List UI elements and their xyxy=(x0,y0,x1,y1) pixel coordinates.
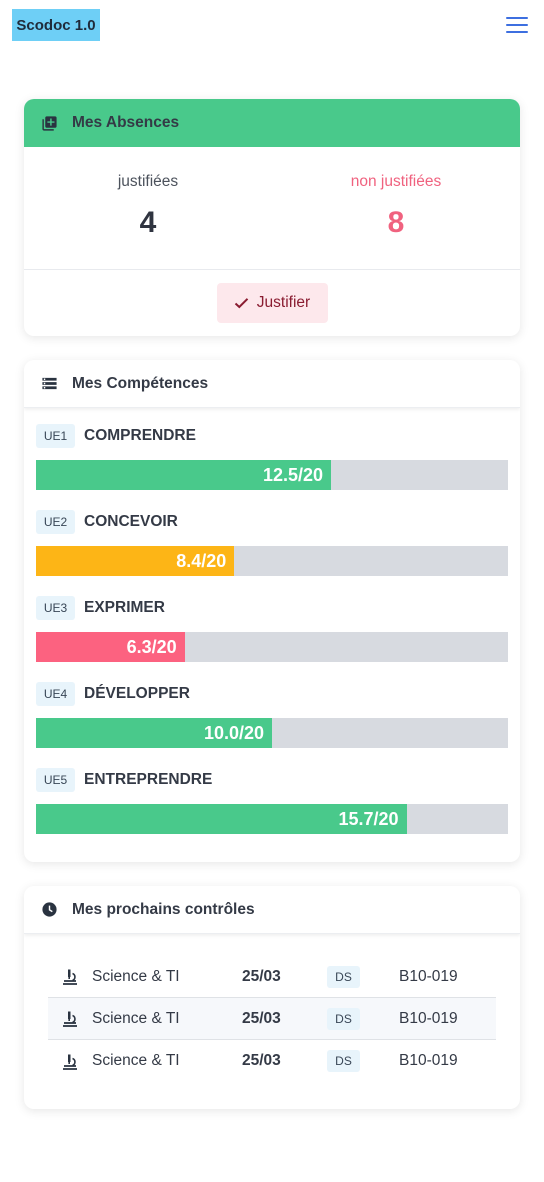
score-bar-fill: 10.0/20 xyxy=(36,718,272,748)
absences-card-header: Mes Absences xyxy=(24,99,520,147)
check-icon xyxy=(234,297,249,308)
clock-icon xyxy=(40,901,58,919)
ue-tag: UE5 xyxy=(36,768,75,792)
score-bar-fill: 12.5/20 xyxy=(36,460,331,490)
absences-card: Mes Absences justifiées 4 non justifiées… xyxy=(24,99,520,336)
score-bar-fill: 15.7/20 xyxy=(36,804,407,834)
exam-row: Science & TI 25/03 DS B10-019 xyxy=(48,1040,496,1082)
exams-card: Mes prochains contrôles Science & TI 25/0… xyxy=(24,886,520,1109)
justify-button[interactable]: Justifier xyxy=(216,282,328,323)
exam-row: Science & TI 25/03 DS B10-019 xyxy=(48,956,496,998)
score-bar-fill: 8.4/20 xyxy=(36,546,235,576)
exam-type-badge: DS xyxy=(327,965,360,988)
competence-item: UE5 ENTREPRENDRE 15.7/20 xyxy=(36,768,508,854)
microscope-icon xyxy=(63,1011,77,1027)
exam-room: B10-019 xyxy=(399,1009,458,1027)
ue-name: CONCEVOIR xyxy=(84,513,178,530)
justified-label: justifiées xyxy=(117,173,179,190)
ue-tag: UE3 xyxy=(36,596,75,620)
competences-card-header: Mes Compétences xyxy=(24,360,520,408)
ue-tag: UE4 xyxy=(36,682,75,706)
competence-item: UE1 COMPRENDRE 12.5/20 xyxy=(36,424,508,510)
exam-date: 25/03 xyxy=(242,1052,281,1069)
score-bar: 10.0/20 xyxy=(36,718,508,748)
score-bar-fill: 6.3/20 xyxy=(36,632,185,662)
ue-tag: UE2 xyxy=(36,510,75,534)
exam-room: B10-019 xyxy=(399,967,458,985)
ue-name: COMPRENDRE xyxy=(84,427,196,444)
ue-name: EXPRIMER xyxy=(84,599,165,616)
justified-count: 4 xyxy=(139,206,157,239)
app-logo[interactable]: Scodoc 1.0 xyxy=(12,9,100,41)
competence-item: UE2 CONCEVOIR 8.4/20 xyxy=(36,510,508,596)
competence-item: UE4 DÉVELOPPER 10.0/20 xyxy=(36,682,508,768)
exams-table: Science & TI 25/03 DS B10-019 Science & TI 25… xyxy=(48,956,496,1082)
hamburger-menu-icon[interactable] xyxy=(506,15,528,35)
add-box-icon xyxy=(40,114,58,132)
competences-card: Mes Compétences UE1 COMPRENDRE 12.5/20 UE2 C… xyxy=(24,360,520,862)
competence-item: UE3 EXPRIMER 6.3/20 xyxy=(36,596,508,682)
score-bar: 12.5/20 xyxy=(36,460,508,490)
unjustified-absences: non justifiées 8 xyxy=(272,147,520,269)
exam-type-badge: DS xyxy=(327,1050,360,1072)
ue-tag: UE1 xyxy=(36,424,75,448)
exam-type-badge: DS xyxy=(327,1007,360,1030)
ue-name: ENTREPRENDRE xyxy=(84,771,213,788)
justify-button-label: Justifier xyxy=(256,293,311,311)
ue-name: DÉVELOPPER xyxy=(84,685,190,702)
exams-title: Mes prochains contrôles xyxy=(72,900,255,918)
exam-date: 25/03 xyxy=(242,967,281,985)
storage-icon xyxy=(40,375,58,393)
exam-date: 25/03 xyxy=(242,1009,281,1027)
exam-subject: Science & TI xyxy=(92,1052,180,1069)
competences-title: Mes Compétences xyxy=(72,374,209,392)
score-bar: 8.4/20 xyxy=(36,546,508,576)
exam-subject: Science & TI xyxy=(92,967,180,985)
score-bar: 15.7/20 xyxy=(36,804,508,834)
microscope-icon xyxy=(63,969,77,985)
score-bar: 6.3/20 xyxy=(36,632,508,662)
unjustified-count: 8 xyxy=(387,206,405,239)
justified-absences: justifiées 4 xyxy=(24,147,272,269)
microscope-icon xyxy=(63,1054,77,1070)
absences-title: Mes Absences xyxy=(72,114,180,131)
exam-row: Science & TI 25/03 DS B10-019 xyxy=(48,998,496,1040)
exams-card-header: Mes prochains contrôles xyxy=(24,886,520,934)
unjustified-label: non justifiées xyxy=(350,173,442,190)
exam-room: B10-019 xyxy=(399,1052,458,1069)
exam-subject: Science & TI xyxy=(92,1009,180,1027)
